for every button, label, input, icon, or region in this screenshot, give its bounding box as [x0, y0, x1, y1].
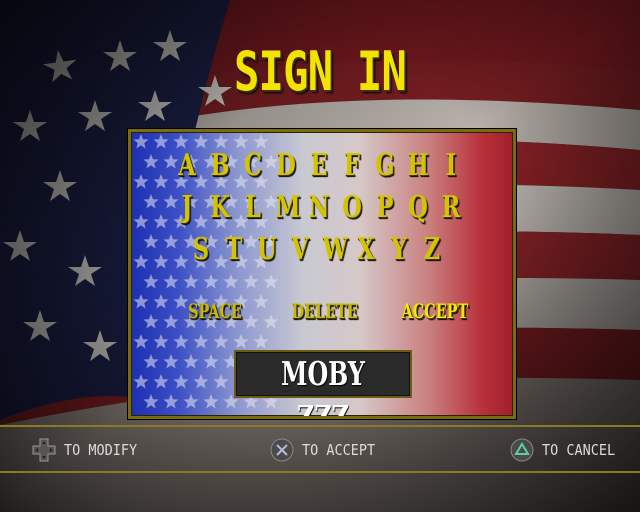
- letter-key-r[interactable]: R: [441, 190, 462, 226]
- letter-key-q[interactable]: Q: [408, 190, 429, 226]
- hint-modify: TO MODIFY: [32, 436, 145, 464]
- letter-key-y[interactable]: Y: [389, 232, 410, 268]
- footer-divider-bottom: [0, 471, 640, 473]
- cross-button-icon: [270, 438, 294, 462]
- letter-key-p[interactable]: P: [375, 190, 396, 226]
- letter-key-d[interactable]: D: [276, 148, 297, 184]
- triangle-button-icon: [510, 438, 534, 462]
- letter-key-w[interactable]: W: [323, 232, 348, 268]
- letter-key-k[interactable]: K: [210, 190, 231, 226]
- letter-key-m[interactable]: M: [276, 190, 301, 226]
- letter-key-g[interactable]: G: [375, 148, 396, 184]
- delete-button[interactable]: DELETE: [292, 298, 358, 324]
- accept-button[interactable]: ACCEPT: [402, 298, 469, 324]
- name-entry-field[interactable]: MOBY ZZZ: [234, 350, 412, 416]
- hint-modify-label: TO MODIFY: [64, 441, 138, 459]
- letter-key-v[interactable]: V: [290, 232, 311, 268]
- letter-key-j[interactable]: J: [177, 190, 198, 226]
- letter-key-c[interactable]: C: [243, 148, 264, 184]
- letter-key-f[interactable]: F: [342, 148, 363, 184]
- letter-key-l[interactable]: L: [243, 190, 264, 226]
- hint-accept-label: TO ACCEPT: [302, 441, 376, 459]
- letter-key-b[interactable]: B: [210, 148, 231, 184]
- page-title: SIGN IN: [233, 40, 407, 103]
- letter-key-t[interactable]: T: [224, 232, 245, 268]
- hint-cancel-label: TO CANCEL: [542, 441, 616, 459]
- letter-key-o[interactable]: O: [342, 190, 363, 226]
- footer-divider-top: [0, 425, 640, 427]
- letter-key-u[interactable]: U: [257, 232, 278, 268]
- letter-key-i[interactable]: I: [441, 148, 462, 184]
- letter-key-e[interactable]: E: [309, 148, 330, 184]
- letter-key-a[interactable]: A: [177, 148, 198, 184]
- name-entry-value: MOBY ZZZ: [281, 354, 365, 419]
- letter-key-h[interactable]: H: [408, 148, 429, 184]
- space-button[interactable]: SPACE: [186, 298, 244, 324]
- dpad-icon: [32, 438, 56, 462]
- hint-cancel: TO CANCEL: [510, 436, 623, 464]
- letter-key-x[interactable]: X: [356, 232, 377, 268]
- letter-key-n[interactable]: N: [309, 190, 330, 226]
- keyboard-panel: A B C D E F G H I J K L M N O P Q R S T U V W X Y Z SPACE DELETE ACC…: [128, 129, 516, 419]
- letter-key-s[interactable]: S: [191, 232, 212, 268]
- letter-key-z[interactable]: Z: [422, 232, 443, 268]
- hint-accept: TO ACCEPT: [270, 436, 383, 464]
